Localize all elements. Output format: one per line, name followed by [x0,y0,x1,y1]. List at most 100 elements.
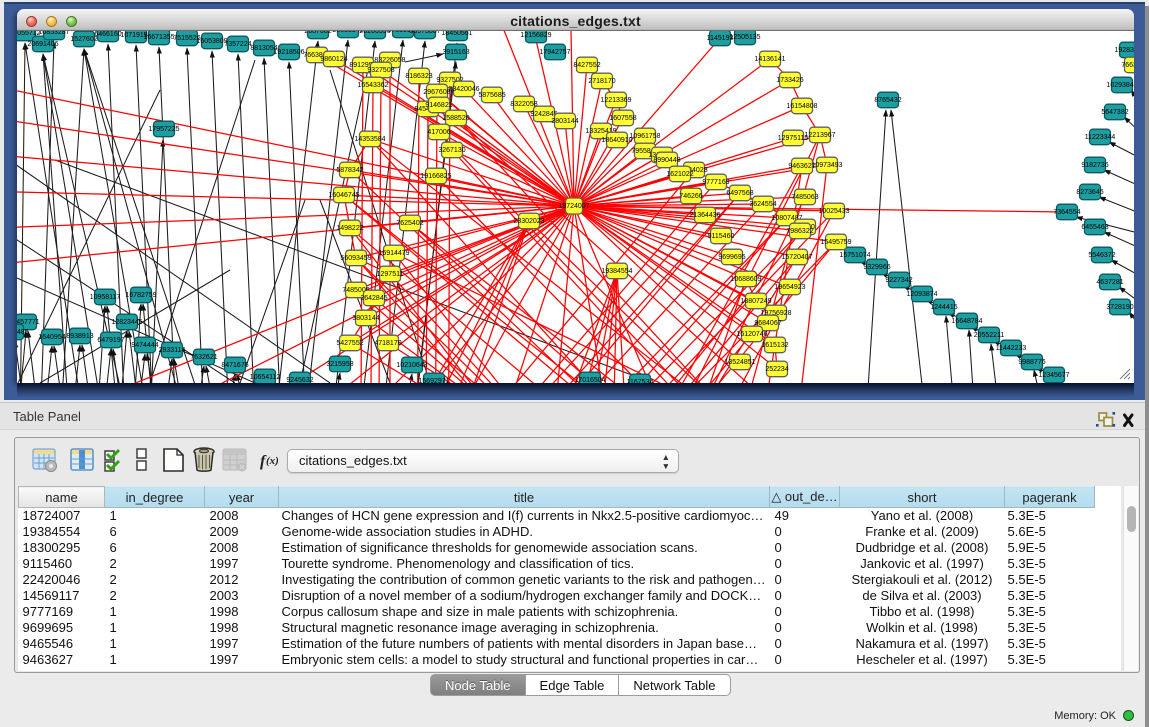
svg-text:8186323: 8186323 [405,73,432,80]
svg-text:10654112: 10654112 [250,374,281,381]
svg-text:15751074: 15751074 [839,252,870,259]
svg-text:12093874: 12093874 [906,291,937,298]
svg-text:15720407: 15720407 [781,254,812,261]
svg-text:19283746: 19283746 [1114,47,1134,54]
svg-text:10025433: 10025433 [818,208,849,215]
svg-text:1244415: 1244415 [930,304,957,311]
svg-text:417006: 417006 [427,129,450,136]
svg-text:19384554: 19384554 [601,268,632,275]
svg-text:8322058: 8322058 [510,101,537,108]
svg-text:16154808: 16154808 [786,103,817,110]
svg-text:6497568: 6497568 [726,190,753,197]
svg-text:1640954: 1640954 [38,334,65,341]
svg-text:21364436: 21364436 [689,212,720,219]
svg-text:56093459: 56093459 [340,255,371,262]
svg-text:16543362: 16543362 [357,82,388,89]
svg-text:1733426: 1733426 [776,77,803,84]
svg-text:7357224: 7357224 [224,41,251,48]
svg-text:9699695: 9699695 [718,254,745,261]
svg-text:1588520: 1588520 [442,115,469,122]
svg-text:10961758: 10961758 [629,133,660,140]
svg-text:23302023: 23302023 [513,218,544,225]
svg-text:20552211: 20552211 [974,332,1005,339]
svg-text:10973493: 10973493 [811,162,842,169]
svg-text:10688609: 10688609 [730,276,761,283]
svg-text:12345677: 12345677 [1038,372,1069,379]
svg-text:1297511: 1297511 [377,271,404,278]
svg-text:2718170: 2718170 [588,78,615,85]
svg-text:8471676: 8471676 [221,362,248,369]
svg-text:12213369: 12213369 [600,97,631,104]
svg-text:12213967: 12213967 [804,132,835,139]
svg-text:2933114: 2933114 [159,347,186,354]
svg-text:5875685: 5875685 [478,92,505,99]
svg-text:9327508: 9327508 [367,67,394,74]
svg-text:1167534: 1167534 [627,379,654,383]
svg-text:7663822: 7663822 [1121,62,1134,69]
svg-text:9245632: 9245632 [286,377,313,383]
svg-text:9182736: 9182736 [1081,162,1108,169]
svg-text:18807249: 18807249 [740,298,771,305]
svg-text:10958117: 10958117 [90,294,121,301]
svg-text:17957225: 17957225 [148,126,179,133]
svg-text:23420046: 23420046 [448,86,479,93]
svg-text:16914479: 16914479 [378,250,409,257]
svg-text:9988776: 9988776 [1018,359,1045,366]
svg-text:9329966: 9329966 [863,264,890,271]
svg-text:12975115: 12975115 [778,135,809,142]
svg-text:3915163: 3915163 [442,49,469,56]
svg-text:8765432: 8765432 [874,97,901,104]
svg-text:(x): (x) [266,455,279,467]
svg-text:16648784: 16648784 [951,318,982,325]
svg-text:13524851: 13524851 [724,359,755,366]
svg-text:11223344: 11223344 [1085,134,1116,141]
svg-text:8273645: 8273645 [1076,189,1103,196]
svg-text:6466160: 6466160 [94,31,121,38]
svg-text:9777169: 9777169 [702,179,729,186]
svg-text:15692971: 15692971 [418,378,449,383]
svg-text:19166825: 19166825 [420,173,451,180]
svg-text:20691406: 20691406 [27,41,58,48]
svg-text:10293847: 10293847 [1106,82,1134,89]
svg-text:8938913: 8938913 [66,333,93,340]
svg-text:3215958: 3215958 [326,361,353,368]
svg-text:3803144: 3803144 [352,315,379,322]
svg-text:9474444: 9474444 [131,342,158,349]
svg-text:3267130: 3267130 [438,147,465,154]
svg-text:19218506: 19218506 [273,49,304,56]
svg-text:1621022: 1621022 [666,171,693,178]
svg-text:7625402: 7625402 [396,220,423,227]
svg-text:10853287: 10853287 [38,31,69,36]
svg-text:9860124: 9860124 [320,56,347,63]
svg-text:9463627: 9463627 [788,163,815,170]
svg-text:9242845: 9242845 [530,111,557,118]
svg-text:12505135: 12505135 [729,34,760,41]
svg-text:9115460: 9115460 [708,233,735,240]
svg-text:1498222: 1498222 [336,225,363,232]
svg-text:15495759: 15495759 [820,239,851,246]
svg-text:8427552: 8427552 [573,62,600,69]
svg-text:14136141: 14136141 [754,56,785,63]
svg-text:2967608: 2967608 [423,89,450,96]
svg-text:11442233: 11442233 [996,345,1027,352]
svg-text:16782759: 16782759 [125,292,156,299]
svg-text:7632621: 7632621 [190,354,217,361]
svg-text:1607558: 1607558 [609,115,636,122]
svg-text:16671355: 16671355 [143,34,174,41]
svg-text:4637281: 4637281 [1096,279,1123,286]
svg-text:746266: 746266 [679,193,702,200]
svg-text:3624554: 3624554 [749,201,776,208]
svg-text:16120746: 16120746 [736,331,767,338]
svg-text:2803144: 2803144 [551,118,578,125]
svg-text:20206556: 20206556 [359,31,390,35]
svg-text:33975887: 33975887 [409,31,440,35]
svg-text:7986322: 7986322 [786,228,813,235]
svg-text:17942757: 17942757 [539,49,570,56]
svg-text:3728190: 3728190 [1106,304,1133,311]
svg-text:17016504: 17016504 [574,377,605,383]
svg-text:8990448: 8990448 [653,157,680,164]
svg-text:4718170: 4718170 [374,340,401,347]
svg-text:18450561: 18450561 [441,31,472,37]
svg-text:5878342: 5878342 [336,167,363,174]
svg-text:252234: 252234 [765,366,788,373]
